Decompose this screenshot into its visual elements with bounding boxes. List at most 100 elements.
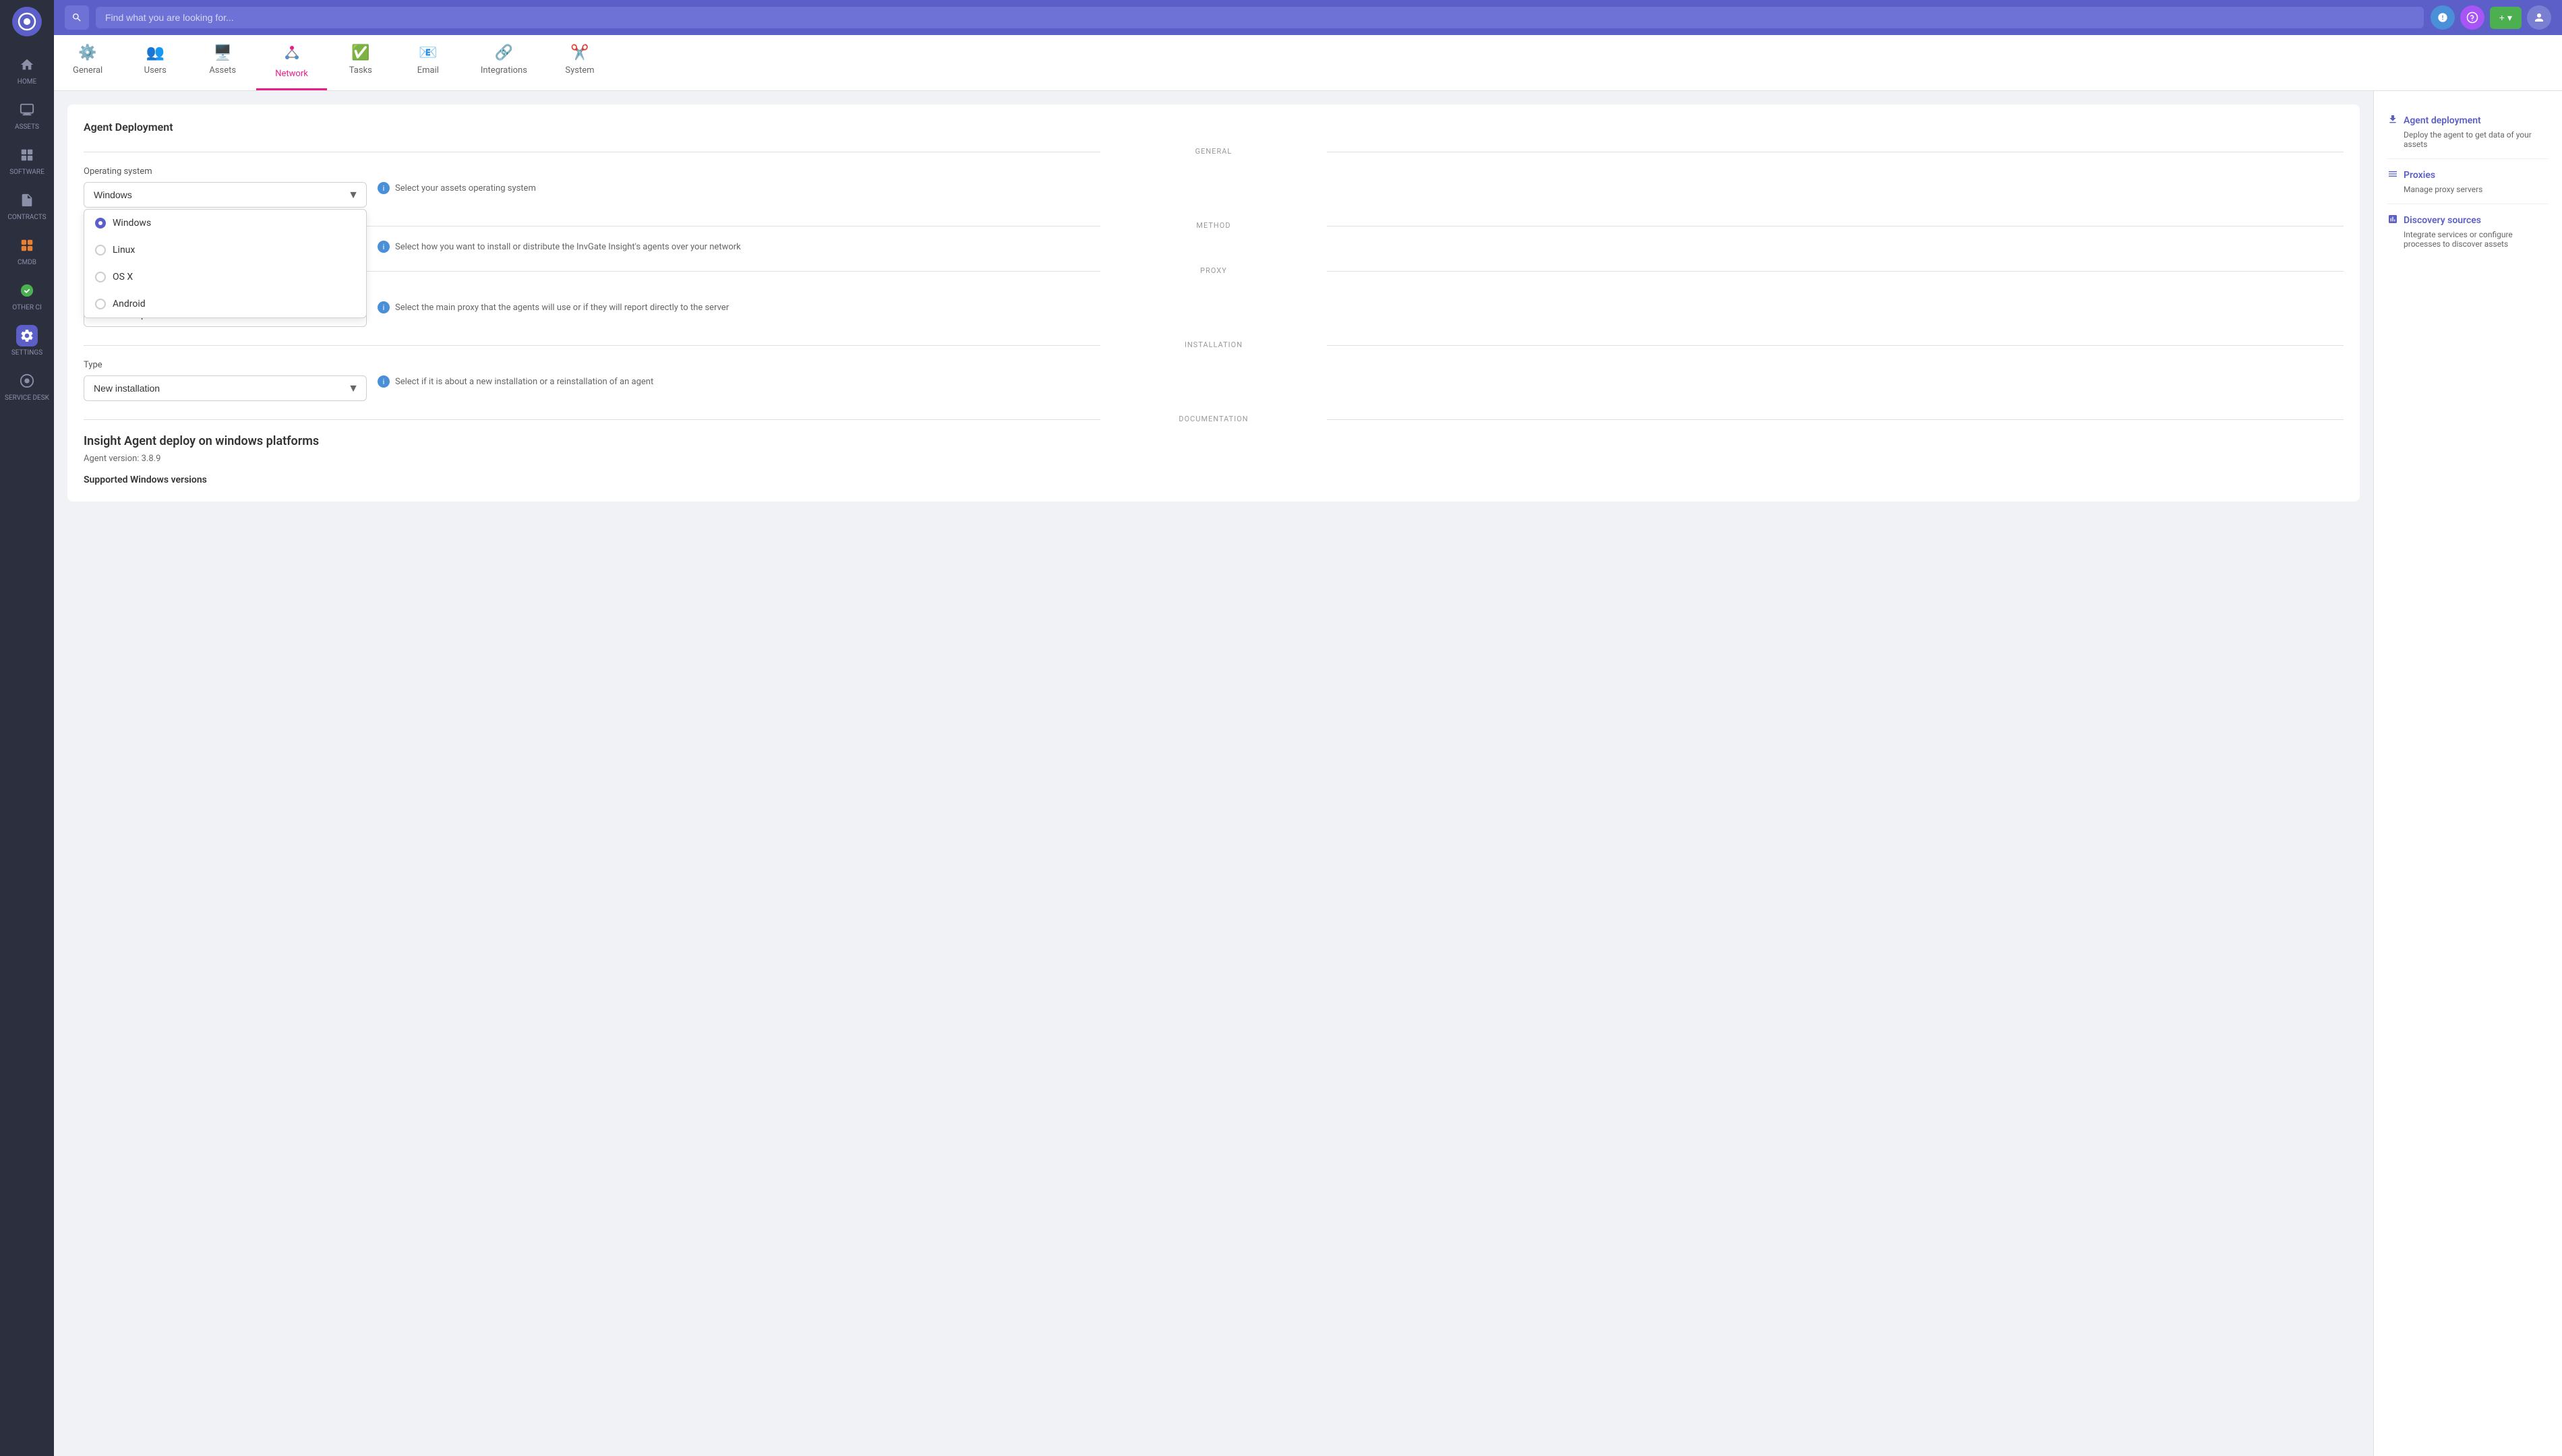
os-option-windows[interactable]: Windows — [84, 210, 366, 237]
rs-discovery-desc: Integrate services or configure processe… — [2387, 230, 2549, 249]
tab-integrations[interactable]: 🔗 Integrations — [462, 35, 546, 90]
proxy-hint-text: Select the main proxy that the agents wi… — [395, 303, 729, 313]
sidebar-label-settings: SETTINGS — [11, 349, 42, 357]
proxy-label-el: Main proxy or server for agent report — [84, 286, 2344, 296]
os-label: Operating system — [84, 166, 2344, 177]
sidebar-item-software[interactable]: SOFTWARE — [0, 138, 54, 183]
add-button[interactable]: + ▾ — [2490, 7, 2522, 29]
assets-tab-icon: 🖥️ — [214, 44, 232, 61]
type-hint-text: Select if it is about a new installation… — [395, 377, 653, 387]
tab-general[interactable]: ⚙️ General — [54, 35, 121, 90]
doc-subtitle: Supported Windows versions — [84, 475, 2344, 485]
system-tab-icon: ✂️ — [570, 44, 589, 61]
sidebar-item-contracts[interactable]: CONTRACTS — [0, 183, 54, 228]
cmdb-icon — [16, 235, 38, 256]
os-select[interactable]: Windows Linux OS X Android — [84, 182, 367, 208]
osx-label: OS X — [113, 272, 133, 282]
add-icon: + — [2499, 12, 2505, 23]
osx-radio — [95, 272, 106, 282]
discovery-icon — [2387, 214, 2398, 227]
integrations-tab-icon: 🔗 — [495, 44, 513, 61]
sidebar-label-service-desk: SERVICE DESK — [5, 394, 49, 402]
rs-agent-deployment[interactable]: Agent deployment Deploy the agent to get… — [2387, 104, 2549, 159]
tab-system[interactable]: ✂️ System — [546, 35, 614, 90]
sidebar-label-assets: ASSETS — [15, 123, 39, 131]
tab-users[interactable]: 👥 Users — [121, 35, 189, 90]
installation-label: INSTALLATION — [1185, 340, 1243, 349]
sidebar-item-service-desk[interactable]: SERVICE DESK — [0, 363, 54, 408]
section-title: Agent Deployment — [84, 121, 2344, 133]
sidebar-label-cmdb: CMDB — [18, 259, 36, 266]
type-select-wrap: New installation ▼ — [84, 375, 367, 401]
rs-proxies-desc: Manage proxy servers — [2387, 185, 2549, 194]
sidebar-item-home[interactable]: HOME — [0, 47, 54, 92]
sidebar: HOME ASSETS SOFTWARE CO — [0, 0, 54, 1456]
rs-proxies-title: Proxies — [2387, 169, 2549, 182]
type-hint: i Select if it is about a new installati… — [378, 375, 653, 388]
os-select-wrap: Windows Linux OS X Android ▼ — [84, 182, 367, 208]
notification-button[interactable] — [2431, 5, 2455, 30]
sidebar-item-settings[interactable]: SETTINGS — [0, 318, 54, 363]
proxy-hint: i Select the main proxy that the agents … — [378, 301, 729, 313]
rs-discovery-sources[interactable]: Discovery sources Integrate services or … — [2387, 204, 2549, 258]
method-separator: METHOD — [84, 221, 2344, 230]
tab-general-label: General — [73, 65, 102, 75]
settings-icon — [16, 325, 38, 346]
tab-email-label: Email — [417, 65, 439, 75]
type-select[interactable]: New installation — [84, 375, 367, 401]
sidebar-item-cmdb[interactable]: CMDB — [0, 228, 54, 273]
sidebar-logo[interactable] — [12, 7, 42, 36]
email-tab-icon: 📧 — [419, 44, 437, 61]
software-icon — [16, 144, 38, 166]
agent-deployment-card: Agent Deployment GENERAL Operating syste… — [67, 104, 2360, 502]
topbar: + ▾ — [54, 0, 2562, 35]
tab-assets[interactable]: 🖥️ Assets — [189, 35, 256, 90]
type-label-el: Type — [84, 360, 2344, 370]
doc-title: Insight Agent deploy on windows platform… — [84, 434, 2344, 448]
sidebar-label-home: HOME — [18, 78, 36, 86]
search-input[interactable] — [96, 7, 2424, 28]
os-hint: i Select your assets operating system — [378, 182, 536, 194]
general-separator: GENERAL — [84, 147, 2344, 156]
installation-separator: INSTALLATION — [84, 340, 2344, 349]
windows-label: Windows — [113, 218, 151, 229]
agent-deployment-icon — [2387, 114, 2398, 127]
nav-tabs: ⚙️ General 👥 Users 🖥️ Assets — [54, 35, 2562, 91]
os-option-osx[interactable]: OS X — [84, 264, 366, 291]
user-menu-button[interactable] — [2527, 5, 2551, 30]
other-ci-icon — [16, 280, 38, 301]
rs-agent-title: Agent deployment — [2387, 114, 2549, 127]
os-option-android[interactable]: Android — [84, 291, 366, 317]
os-dropdown-menu: Windows Linux OS X — [84, 209, 367, 318]
rs-agent-desc: Deploy the agent to get data of your ass… — [2387, 130, 2549, 149]
service-desk-icon — [16, 370, 38, 392]
tab-tasks-label: Tasks — [349, 65, 372, 75]
documentation-label: DOCUMENTATION — [1179, 415, 1248, 423]
documentation-content: Insight Agent deploy on windows platform… — [84, 434, 2344, 485]
proxy-form-group: Main proxy or server for agent report Se… — [84, 286, 2344, 327]
proxies-icon — [2387, 169, 2398, 182]
tab-tasks[interactable]: ✅ Tasks — [327, 35, 394, 90]
rs-proxies[interactable]: Proxies Manage proxy servers — [2387, 159, 2549, 204]
sidebar-label-software: SOFTWARE — [9, 169, 44, 176]
sidebar-item-assets[interactable]: ASSETS — [0, 92, 54, 138]
method-label: METHOD — [1196, 221, 1230, 230]
sidebar-item-other[interactable]: OTHER CI — [0, 273, 54, 318]
tab-network[interactable]: Network — [256, 35, 327, 90]
tab-email[interactable]: 📧 Email — [394, 35, 462, 90]
tasks-tab-icon: ✅ — [351, 44, 369, 61]
tab-assets-label: Assets — [209, 65, 236, 75]
search-button[interactable] — [65, 5, 89, 30]
tab-network-label: Network — [275, 69, 308, 79]
documentation-separator: DOCUMENTATION — [84, 415, 2344, 423]
os-option-linux[interactable]: Linux — [84, 237, 366, 264]
method-hint-text: Select how you want to install or distri… — [395, 242, 741, 252]
proxy-label: PROXY — [1200, 266, 1227, 275]
help-button[interactable] — [2460, 5, 2484, 30]
linux-radio — [95, 245, 106, 255]
topbar-actions: + ▾ — [2431, 5, 2551, 30]
method-hint-icon: i — [378, 241, 390, 253]
os-hint-icon: i — [378, 182, 390, 194]
main-panel: Agent Deployment GENERAL Operating syste… — [54, 91, 2373, 1456]
contracts-icon — [16, 189, 38, 211]
